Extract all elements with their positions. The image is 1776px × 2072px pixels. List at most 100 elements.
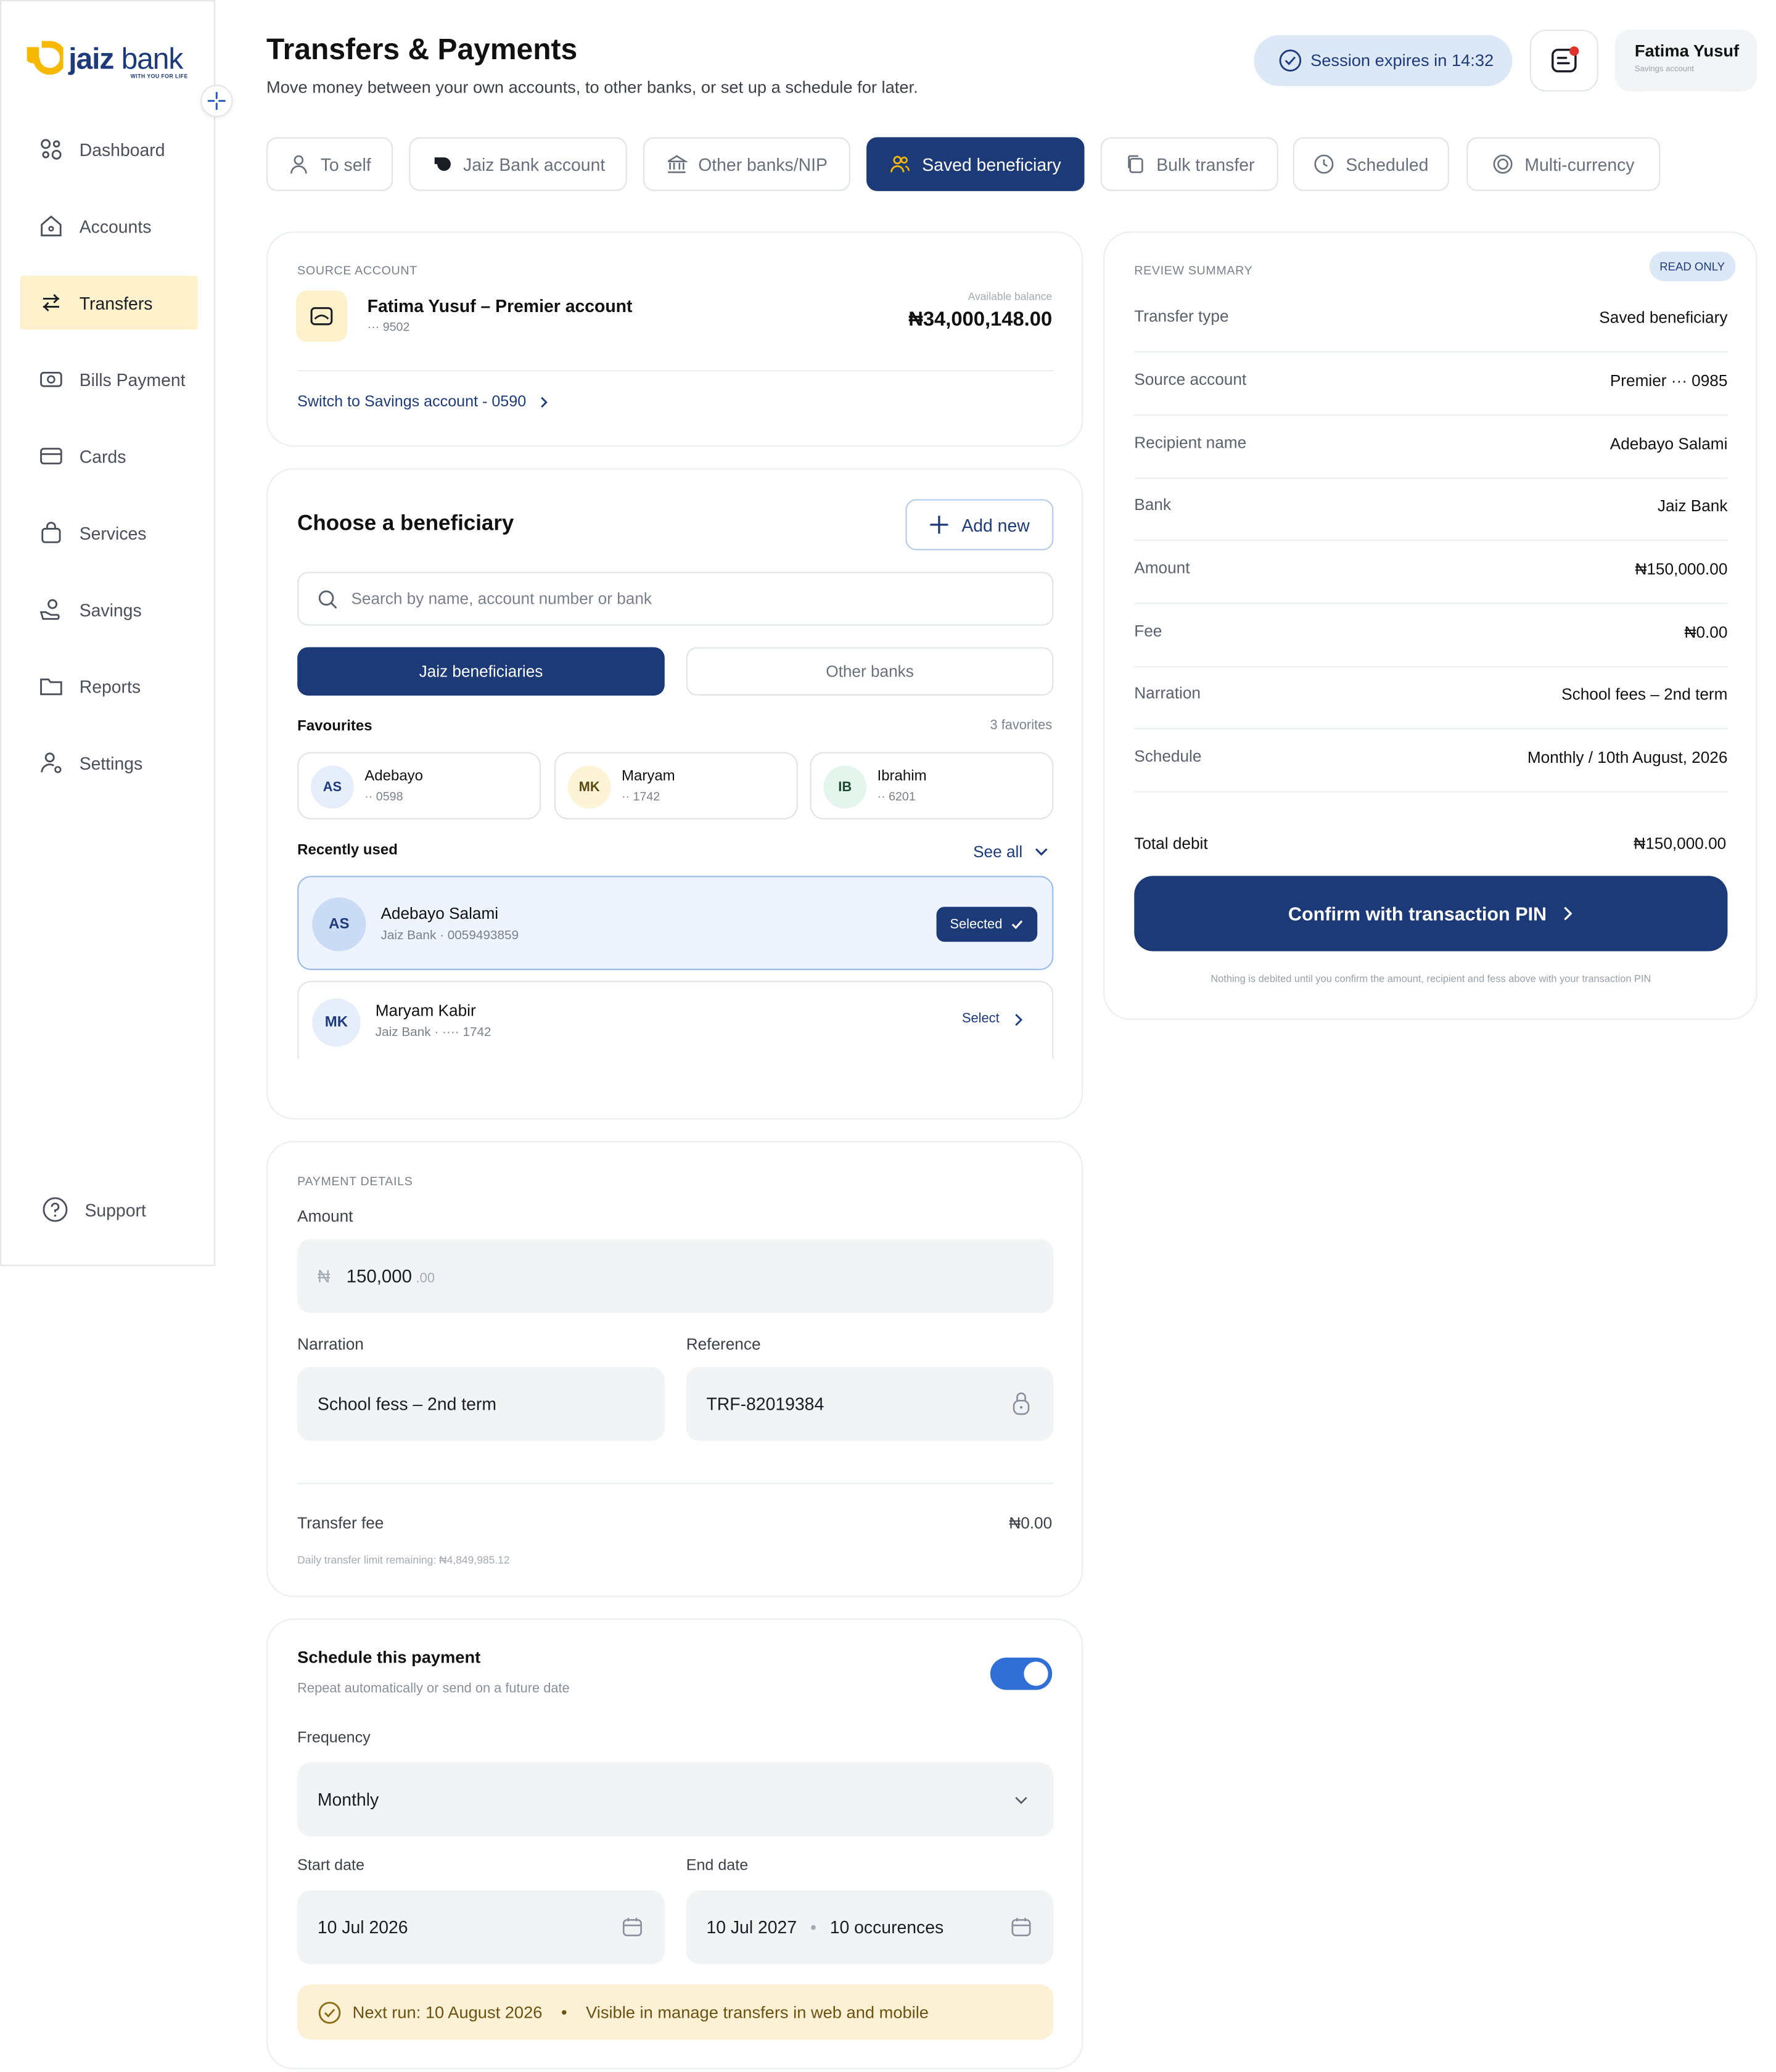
tab-saved-beneficiary[interactable]: Saved beneficiary (866, 137, 1085, 191)
copy-icon (1127, 155, 1143, 173)
tab-label: Other banks/NIP (698, 154, 828, 175)
bank-icon (667, 155, 688, 173)
avatar: AS (312, 897, 366, 952)
tab-label: Bulk transfer (1156, 154, 1255, 175)
summary-key: Source account (1134, 369, 1247, 389)
schedule-card: Schedule this payment Repeat automatical… (266, 1618, 1083, 2070)
chevron-right-icon (1014, 1013, 1022, 1026)
collapse-sidebar-button[interactable] (200, 84, 233, 117)
tab-label: Scheduled (1346, 154, 1429, 175)
favourite-account: ·· 1742 (621, 789, 660, 804)
notification-icon (1550, 46, 1579, 73)
total-debit-value: ₦150,000.00 (1634, 834, 1727, 853)
chevron-down-icon (1035, 848, 1048, 856)
amount-input[interactable]: ₦ 150,000 .00 (297, 1239, 1054, 1314)
check-circle-icon (318, 2001, 341, 2023)
beneficiary-bank: Jaiz Bank (375, 1025, 431, 1040)
tab-label: Jaiz Bank account (463, 154, 606, 175)
sidebar-item-dashboard[interactable]: Dashboard (20, 123, 198, 176)
add-beneficiary-button[interactable]: Add new (905, 499, 1054, 551)
tab-other-banks[interactable]: Other banks/NIP (643, 137, 850, 191)
beneficiary-row-selected[interactable]: AS Adebayo Salami Jaiz Bank · 0059493859… (297, 876, 1054, 971)
frequency-select[interactable]: Monthly (297, 1762, 1054, 1837)
jaiz-logo-icon (435, 157, 451, 171)
page-subtitle: Move money between your own accounts, to… (266, 78, 918, 97)
reference-value: TRF-82019384 (706, 1394, 824, 1415)
segment-jaiz-beneficiaries[interactable]: Jaiz beneficiaries (297, 647, 665, 696)
review-summary-card: REVIEW SUMMARY READ ONLY Transfer type Sa… (1103, 231, 1758, 1020)
summary-key: Narration (1134, 683, 1201, 702)
frequency-value: Monthly (317, 1789, 379, 1810)
confirm-pin-button[interactable]: Confirm with transaction PIN (1134, 876, 1728, 952)
switch-account-link[interactable]: Switch to Savings account - 0590 (297, 394, 550, 410)
session-text: Session expires in 14:32 (1310, 51, 1494, 70)
sidebar-item-accounts[interactable]: Accounts (20, 199, 198, 253)
start-date-input[interactable]: 10 Jul 2026 (297, 1890, 665, 1965)
end-date-input[interactable]: 10 Jul 2027 • 10 occurences (686, 1890, 1054, 1965)
summary-row: Recipient name Adebayo Salami (1134, 417, 1728, 479)
daily-limit-note: Daily transfer limit remaining: ₦4,849,9… (297, 1553, 510, 1566)
see-all-button[interactable]: See all (973, 842, 1050, 861)
beneficiary-details: Jaiz Bank · ···· 1742 (376, 1026, 491, 1040)
section-label: PAYMENT DETAILS (297, 1174, 413, 1188)
select-label: Select (961, 1011, 1000, 1027)
summary-value: ₦150,000.00 (1635, 559, 1728, 579)
next-run-banner: Next run: 10 August 2026 • Visible in ma… (297, 1984, 1054, 2040)
tab-multi-currency[interactable]: Multi-currency (1466, 137, 1661, 191)
sidebar-item-transfers[interactable]: Transfers (20, 276, 198, 330)
selected-badge[interactable]: Selected (936, 906, 1038, 942)
sidebar-item-label: Accounts (79, 216, 152, 236)
calendar-icon (1011, 1918, 1031, 1936)
user-menu[interactable]: Fatima Yusuf Savings account (1614, 29, 1758, 92)
beneficiary-name: Maryam Kabir (375, 1001, 476, 1020)
tab-to-self[interactable]: To self (266, 137, 393, 191)
narration-input[interactable]: School fess – 2nd term (297, 1367, 665, 1441)
sidebar-item-settings[interactable]: Settings (20, 736, 198, 789)
summary-value: Monthly / 10th August, 2026 (1527, 748, 1728, 767)
reference-field: TRF-82019384 (686, 1367, 1054, 1441)
segment-other-banks[interactable]: Other banks (686, 647, 1054, 696)
schedule-toggle[interactable] (990, 1657, 1053, 1690)
beneficiary-search[interactable]: Search by name, account number or bank (297, 572, 1054, 626)
tab-bulk-transfer[interactable]: Bulk transfer (1100, 137, 1278, 191)
summary-value: Saved beneficiary (1599, 308, 1728, 327)
favourite-card[interactable]: MK Maryam ·· 1742 (554, 752, 798, 820)
tab-jaiz-bank-account[interactable]: Jaiz Bank account (409, 137, 627, 191)
favourite-name: Maryam (621, 768, 675, 784)
user-account-type: Savings account (1634, 65, 1694, 74)
notifications-button[interactable] (1529, 29, 1598, 92)
beneficiary-account: 0059493859 (447, 928, 519, 944)
separator-dot: • (810, 1917, 816, 1938)
currency-symbol: ₦ (317, 1266, 331, 1286)
check-icon (1011, 920, 1023, 929)
support-label: Support (84, 1199, 146, 1220)
support-link[interactable]: Support (42, 1196, 146, 1223)
transfer-fee-label: Transfer fee (297, 1513, 384, 1533)
currency-icon (1493, 154, 1513, 174)
page-title: Transfers & Payments (266, 32, 578, 66)
sidebar-item-reports[interactable]: Reports (20, 659, 198, 713)
amount-value: 150,000 (346, 1266, 413, 1286)
favourite-card[interactable]: IB Ibrahim ·· 6201 (810, 752, 1054, 820)
tab-scheduled[interactable]: Scheduled (1293, 137, 1449, 191)
sidebar-item-label: Services (79, 522, 147, 543)
beneficiary-row[interactable]: MK Maryam Kabir Jaiz Bank · ···· 1742 Se… (297, 980, 1054, 1059)
source-account-card: SOURCE ACCOUNT Fatima Yusuf – Premier ac… (266, 231, 1083, 447)
brand-name-rest: bank (121, 41, 184, 76)
select-beneficiary-button[interactable]: Select (962, 1012, 1024, 1027)
sidebar-item-bills-payment[interactable]: Bills Payment (20, 353, 198, 406)
home-icon (41, 215, 62, 237)
sidebar-item-savings[interactable]: Savings (20, 583, 198, 636)
beneficiary-card: Choose a beneficiary Add new Search by n… (266, 468, 1083, 1120)
add-beneficiary-label: Add new (961, 514, 1030, 535)
favourite-card[interactable]: AS Adebayo ·· 0598 (297, 752, 541, 820)
wallet-icon (310, 307, 333, 326)
sidebar-item-services[interactable]: Services (20, 506, 198, 559)
sidebar-item-label: Reports (79, 676, 141, 697)
reference-label: Reference (686, 1334, 761, 1354)
tab-label: To self (320, 154, 371, 175)
avatar: AS (310, 765, 354, 809)
dashboard-icon (41, 139, 62, 160)
users-icon (890, 155, 910, 173)
sidebar-item-cards[interactable]: Cards (20, 429, 198, 483)
